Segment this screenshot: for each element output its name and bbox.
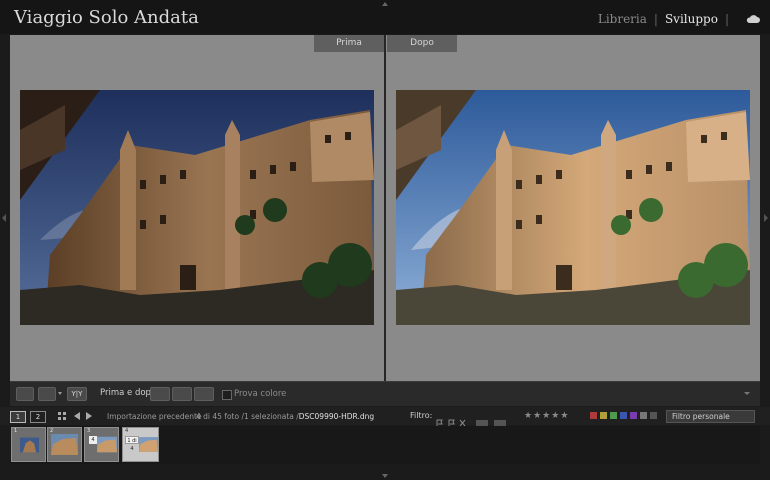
module-picker: Libreria | Sviluppo |	[598, 12, 760, 26]
right-panel-toggle-icon[interactable]	[764, 214, 768, 222]
stack-badge[interactable]: 1 di 4	[125, 436, 139, 452]
left-panel-toggle-icon[interactable]	[2, 214, 6, 222]
filmstrip-count[interactable]: 4 di 45 foto /1 selezionata /DSC09990-HD…	[196, 412, 374, 421]
proof-colors-checkbox[interactable]	[222, 390, 232, 400]
back-arrow-icon[interactable]	[74, 412, 80, 420]
thumbnail-image	[139, 437, 158, 452]
color-filter-blue[interactable]	[620, 412, 627, 419]
thumbnail-image	[20, 437, 39, 453]
thumbnail-number: 1	[14, 428, 18, 434]
filmstrip-thumbnail-selected[interactable]: 4 1 di 4	[122, 427, 159, 462]
stack-badge[interactable]: 4	[89, 436, 97, 444]
filmstrip-thumbnail[interactable]: 3 4	[84, 427, 119, 462]
star-icon[interactable]: ★	[524, 411, 533, 421]
filmstrip-filename: DSC09990-HDR.dng	[298, 412, 375, 421]
thumbnail-number: 3	[87, 428, 91, 434]
monitor-1-button[interactable]: 1	[10, 411, 26, 423]
chevron-down-icon[interactable]	[58, 392, 62, 395]
star-icon[interactable]: ★	[542, 411, 551, 421]
thumbnail-number: 4	[125, 428, 129, 434]
color-filter-none[interactable]	[640, 412, 647, 419]
copy-before-to-after-button[interactable]	[150, 387, 170, 401]
filmstrip-source[interactable]: Importazione precedente	[107, 412, 202, 421]
compare-view: Prima Dopo	[10, 35, 760, 381]
proof-colors-label: Prova colore	[234, 389, 287, 399]
before-label: Prima	[314, 35, 384, 52]
filmstrip-thumbnail[interactable]: 2	[47, 427, 82, 462]
after-photo[interactable]	[396, 90, 750, 325]
thumbnail-image	[97, 436, 117, 453]
grid-icon[interactable]	[58, 412, 66, 420]
star-rating-filter[interactable]: ★★★★★	[524, 411, 569, 421]
before-photo[interactable]	[20, 90, 374, 325]
forward-arrow-icon[interactable]	[86, 412, 92, 420]
color-filter-other[interactable]	[650, 412, 657, 419]
compare-divider[interactable]	[384, 35, 386, 381]
star-icon[interactable]: ★	[533, 411, 542, 421]
thumbnail-image	[51, 434, 78, 455]
develop-toolbar: Y|Y Prima e dopo: Prova colore	[10, 381, 760, 406]
catalog-title: Viaggio Solo Andata	[14, 7, 199, 28]
color-filter-red[interactable]	[590, 412, 597, 419]
rating-filter-icons[interactable]	[476, 412, 516, 426]
flag-filter-icons[interactable]	[436, 412, 466, 427]
filmstrip-thumbnail[interactable]: 1	[11, 427, 46, 462]
cloud-icon[interactable]	[746, 14, 760, 24]
bottom-panel-toggle-icon[interactable]	[382, 474, 388, 478]
top-bar: Viaggio Solo Andata Libreria | Sviluppo …	[0, 0, 770, 34]
toolbar-menu-chevron-icon[interactable]	[744, 392, 750, 395]
copy-after-to-before-button[interactable]	[172, 387, 192, 401]
color-filter-yellow[interactable]	[600, 412, 607, 419]
filmstrip: 1 2 3 4 4 1 di 4	[10, 426, 760, 464]
color-filter-green[interactable]	[610, 412, 617, 419]
loupe-view-icon[interactable]	[16, 387, 34, 401]
star-icon[interactable]: ★	[551, 411, 560, 421]
filter-label: Filtro:	[410, 411, 433, 420]
before-after-mode-button[interactable]: Y|Y	[67, 387, 87, 401]
module-develop[interactable]: Sviluppo	[665, 12, 718, 26]
monitor-2-button[interactable]: 2	[30, 411, 46, 423]
filmstrip-count-text: 4 di 45 foto /1 selezionata /	[196, 412, 299, 421]
after-label: Dopo	[387, 35, 457, 52]
custom-filter-select[interactable]: Filtro personale	[666, 410, 755, 423]
module-library[interactable]: Libreria	[598, 12, 647, 26]
filmstrip-bar: 1 2 Importazione precedente 4 di 45 foto…	[0, 407, 770, 427]
swap-icon[interactable]	[194, 387, 214, 401]
module-separator-end: |	[724, 12, 729, 26]
compare-view-icon[interactable]	[38, 387, 56, 401]
star-icon[interactable]: ★	[560, 411, 569, 421]
module-separator: |	[653, 12, 658, 26]
color-filter-purple[interactable]	[630, 412, 637, 419]
top-panel-toggle-icon[interactable]	[382, 2, 388, 6]
